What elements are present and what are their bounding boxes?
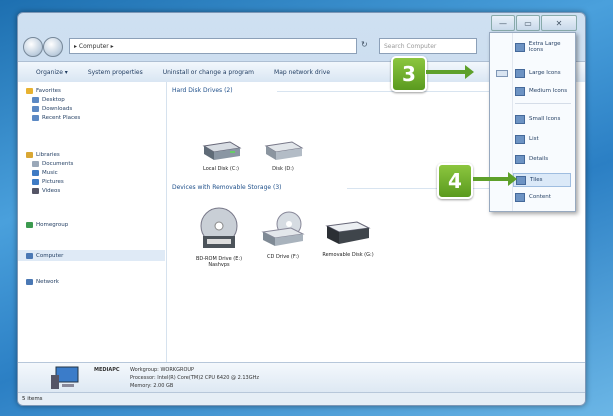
- menu-item-content[interactable]: Content: [515, 191, 551, 203]
- group-header-removable[interactable]: Devices with Removable Storage (3): [172, 184, 281, 191]
- music-icon: [32, 170, 39, 176]
- search-input[interactable]: Search Computer: [379, 38, 477, 54]
- navigation-pane: Favorites Desktop Downloads Recent Place…: [18, 82, 167, 363]
- sidebar-item-recent-places[interactable]: Recent Places: [32, 115, 80, 121]
- sidebar-item-downloads[interactable]: Downloads: [32, 106, 72, 112]
- menu-separator: [515, 103, 571, 104]
- drive-cd-f[interactable]: CD Drive (F:): [253, 210, 313, 260]
- memory-label: Memory: 2.00 GB: [130, 383, 174, 389]
- menu-item-list[interactable]: List: [515, 133, 539, 145]
- menu-item-extra-large-icons[interactable]: Extra Large Icons: [515, 41, 575, 53]
- step-3-arrow-icon: [426, 65, 474, 79]
- small-icons-icon: [515, 114, 525, 124]
- sidebar-item-network[interactable]: Network: [26, 279, 59, 285]
- view-slider-thumb[interactable]: [496, 70, 508, 77]
- minimize-button[interactable]: —: [491, 15, 515, 31]
- step-4-callout: 4: [437, 163, 473, 199]
- drive-removable-g[interactable]: Removable Disk (G:): [317, 216, 379, 258]
- menu-item-tiles[interactable]: Tiles: [513, 173, 571, 187]
- drive-label: Local Disk (C:): [203, 166, 239, 172]
- window-controls: — ▭ ✕: [491, 15, 577, 31]
- details-view-icon: [515, 154, 525, 164]
- pictures-icon: [32, 179, 39, 185]
- hard-drive-icon: [202, 141, 242, 160]
- forward-button[interactable]: [43, 37, 63, 57]
- computer-icon: [26, 252, 33, 259]
- sidebar-item-videos[interactable]: Videos: [32, 188, 60, 194]
- recent-places-icon: [32, 115, 39, 121]
- details-pane: MEDIAPC Workgroup: WORKGROUP Processor: …: [18, 362, 585, 393]
- drive-disk-d[interactable]: Disk (D:): [253, 140, 313, 172]
- close-button[interactable]: ✕: [541, 15, 577, 31]
- system-properties-button[interactable]: System properties: [88, 69, 143, 76]
- drive-label: CD Drive (F:): [267, 254, 299, 260]
- removable-disk-icon: [325, 221, 371, 244]
- sidebar-item-documents[interactable]: Documents: [32, 161, 73, 167]
- homegroup-icon: [26, 222, 33, 228]
- sidebar-item-desktop[interactable]: Desktop: [32, 97, 65, 103]
- documents-icon: [32, 161, 39, 167]
- sidebar-item-computer[interactable]: Computer: [18, 250, 165, 261]
- sidebar-item-libraries[interactable]: Libraries: [26, 152, 60, 158]
- menu-item-medium-icons[interactable]: Medium Icons: [515, 85, 567, 97]
- network-icon: [26, 279, 33, 285]
- downloads-icon: [32, 106, 39, 112]
- drive-local-c[interactable]: Local Disk (C:): [191, 140, 251, 172]
- refresh-icon[interactable]: ↻: [361, 40, 368, 49]
- menu-item-details[interactable]: Details: [515, 153, 548, 165]
- list-view-icon: [515, 134, 525, 144]
- drive-label: Disk (D:): [272, 166, 294, 172]
- medium-icons-icon: [515, 86, 525, 96]
- sidebar-item-favorites[interactable]: Favorites: [26, 88, 61, 94]
- step-3-callout: 3: [391, 56, 427, 92]
- uninstall-program-button[interactable]: Uninstall or change a program: [163, 69, 254, 76]
- sidebar-item-homegroup[interactable]: Homegroup: [26, 222, 68, 228]
- libraries-icon: [26, 152, 33, 158]
- content-view-icon: [515, 192, 525, 202]
- tiles-view-icon: [516, 175, 526, 185]
- processor-label: Processor: Intel(R) Core(TM)2 CPU 6420 @…: [130, 375, 259, 381]
- large-icons-icon: [515, 68, 525, 78]
- maximize-button[interactable]: ▭: [516, 15, 540, 31]
- map-network-drive-button[interactable]: Map network drive: [274, 69, 330, 76]
- address-bar[interactable]: ▸ Computer ▸: [69, 38, 357, 54]
- drive-bd-rom-e[interactable]: BD-ROM Drive (E:) Nashvps: [189, 206, 249, 268]
- view-menu: Extra Large Icons Large Icons Medium Ico…: [489, 32, 576, 212]
- blu-ray-disc-icon: [200, 207, 238, 248]
- desktop-icon: [32, 97, 39, 103]
- computer-name: MEDIAPC: [94, 367, 120, 373]
- star-icon: [26, 88, 33, 94]
- hard-drive-icon: [264, 141, 304, 160]
- videos-icon: [32, 188, 39, 194]
- menu-item-large-icons[interactable]: Large Icons: [515, 67, 561, 79]
- organize-button[interactable]: Organize ▾: [36, 69, 68, 76]
- computer-icon: [51, 366, 79, 389]
- drive-label: Removable Disk (G:): [322, 252, 374, 258]
- group-header-hard-disks[interactable]: Hard Disk Drives (2): [172, 87, 233, 94]
- back-button[interactable]: [23, 37, 43, 57]
- step-4-arrow-icon: [473, 172, 517, 186]
- extra-large-icons-icon: [515, 42, 525, 52]
- sidebar-item-pictures[interactable]: Pictures: [32, 179, 64, 185]
- drive-label: BD-ROM Drive (E:) Nashvps: [195, 256, 243, 268]
- cd-drive-icon: [261, 211, 305, 246]
- sidebar-item-music[interactable]: Music: [32, 170, 58, 176]
- workgroup-label: Workgroup: WORKGROUP: [130, 367, 195, 373]
- status-bar: 5 items: [18, 392, 585, 405]
- menu-item-small-icons[interactable]: Small Icons: [515, 113, 560, 125]
